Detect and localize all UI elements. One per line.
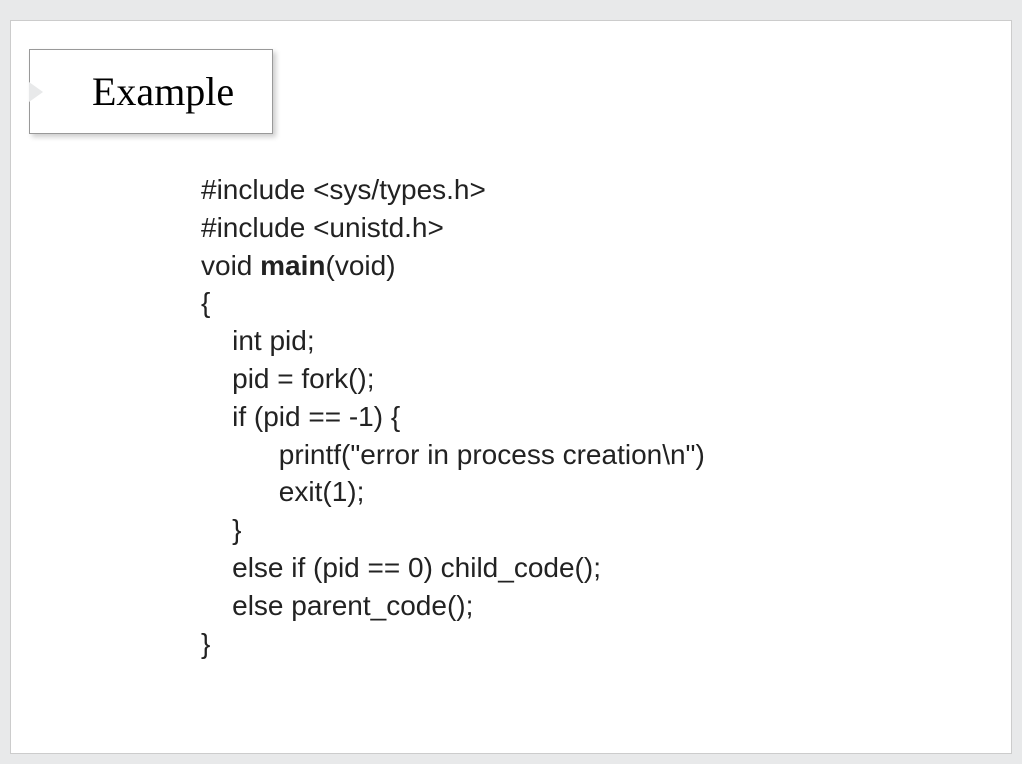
code-block: #include <sys/types.h> #include <unistd.… bbox=[201, 171, 705, 662]
code-line: { bbox=[201, 284, 705, 322]
code-text-bold: main bbox=[260, 250, 325, 281]
title-box: Example bbox=[29, 49, 273, 134]
code-line: } bbox=[201, 511, 705, 549]
code-line: else parent_code(); bbox=[201, 587, 705, 625]
code-line: void main(void) bbox=[201, 247, 705, 285]
code-line: exit(1); bbox=[201, 473, 705, 511]
slide-container: Example #include <sys/types.h> #include … bbox=[10, 20, 1012, 754]
code-line: } bbox=[201, 625, 705, 663]
slide-title: Example bbox=[92, 69, 234, 114]
code-line: pid = fork(); bbox=[201, 360, 705, 398]
code-line: printf("error in process creation\n") bbox=[201, 436, 705, 474]
code-line: int pid; bbox=[201, 322, 705, 360]
code-line: #include <unistd.h> bbox=[201, 209, 705, 247]
code-text: void bbox=[201, 250, 260, 281]
code-text: (void) bbox=[326, 250, 396, 281]
code-line: else if (pid == 0) child_code(); bbox=[201, 549, 705, 587]
code-line: if (pid == -1) { bbox=[201, 398, 705, 436]
code-line: #include <sys/types.h> bbox=[201, 171, 705, 209]
